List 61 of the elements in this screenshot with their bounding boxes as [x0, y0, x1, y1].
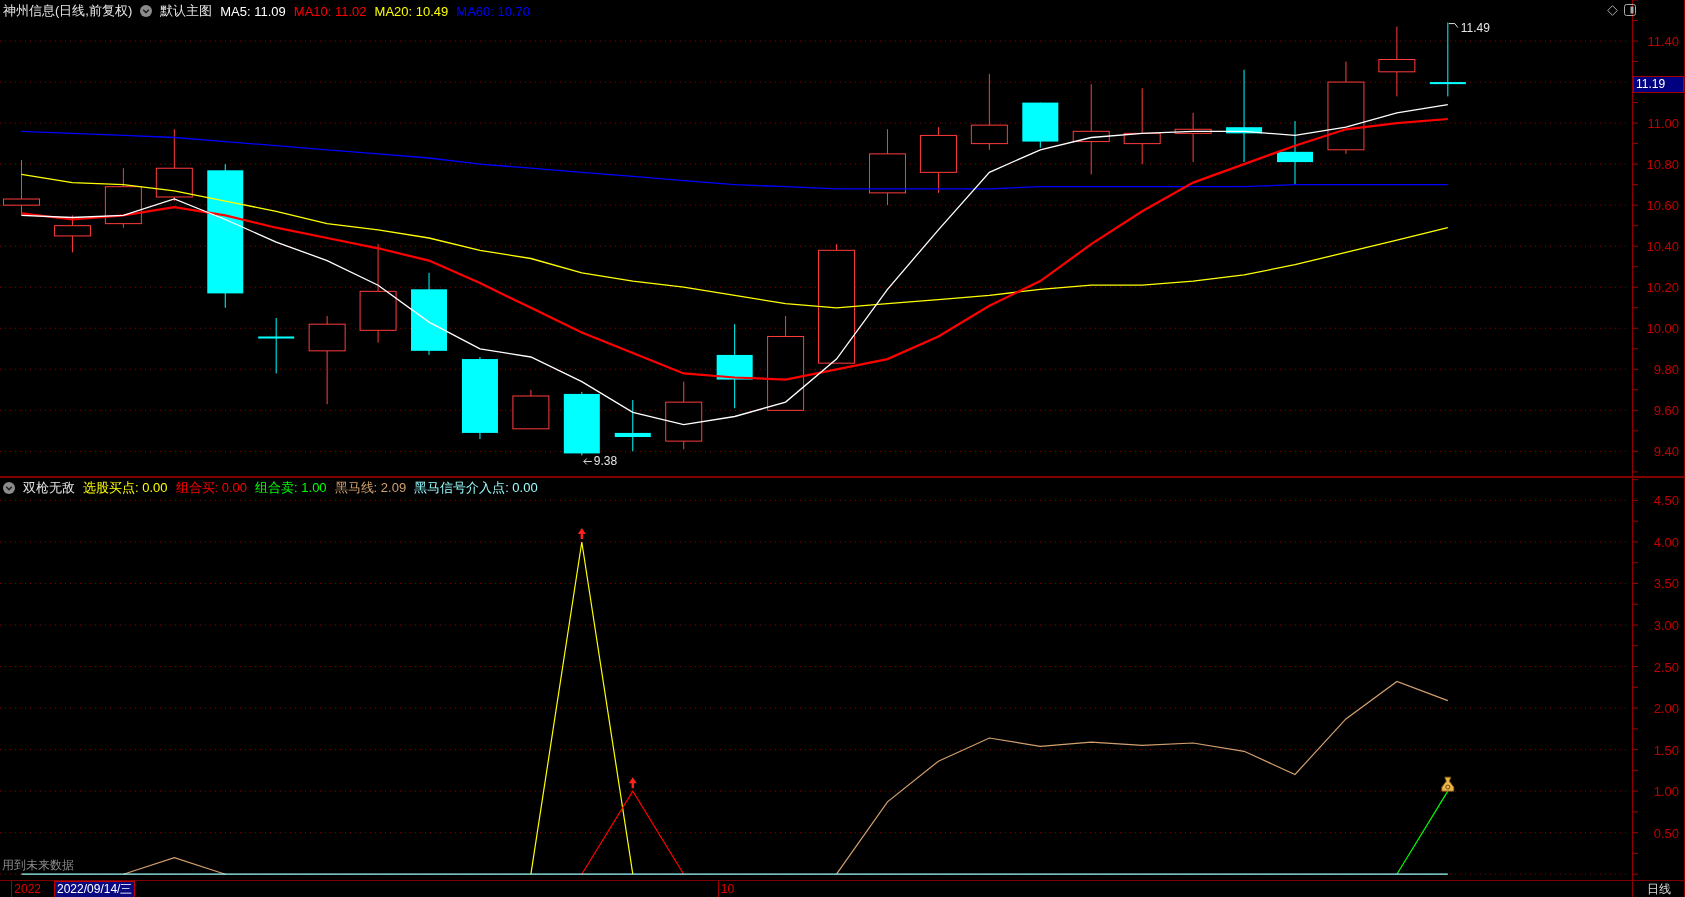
axis-label: 9.80 — [1653, 362, 1679, 378]
axis-label: 1.00 — [1653, 784, 1679, 800]
axis-label: 10.60 — [1646, 198, 1679, 214]
pointer-icon — [1448, 23, 1459, 29]
candlestick — [614, 399, 651, 452]
axis-label: 4.50 — [1653, 493, 1679, 509]
axis-label: 2.50 — [1653, 659, 1679, 675]
date-label: 10 — [720, 882, 735, 896]
dropdown-icon[interactable] — [140, 5, 153, 17]
diamond-icon[interactable] — [1607, 4, 1618, 16]
high-price-label: 11.49 — [1460, 22, 1490, 35]
legend-label: MA20: 10.49 — [374, 3, 449, 19]
candlestick — [665, 381, 703, 450]
axis-label: 10.80 — [1646, 157, 1679, 173]
period-label[interactable]: 日线 — [1632, 881, 1685, 897]
candlestick — [563, 391, 600, 456]
money-bag-icon — [1441, 776, 1455, 792]
axis-label: 0.50 — [1653, 825, 1679, 841]
stock-title: 神州信息(日线,前复权) — [3, 2, 133, 20]
axis-label: 11.00 — [1647, 116, 1679, 132]
legend-label: MA60: 10.70 — [456, 3, 530, 19]
cursor-date: 2022/09/14/三 — [54, 881, 136, 897]
last-price-tag: 11.19 — [1633, 76, 1684, 94]
panel-toggle-icon[interactable] — [1624, 4, 1636, 16]
axis-label: 10.00 — [1646, 321, 1679, 337]
legend-label: MA10: 11.02 — [293, 3, 367, 19]
candlestick — [1174, 112, 1212, 163]
legend-label: 黑马信号介入点: 0.00 — [414, 479, 538, 497]
legend-label: 黑马线: 2.09 — [334, 479, 407, 497]
dropdown-icon[interactable] — [3, 482, 15, 494]
axis-label: 1.50 — [1653, 742, 1679, 758]
candlestick — [512, 389, 550, 430]
axis-label: 9.60 — [1653, 403, 1679, 419]
candlestick — [3, 159, 40, 216]
axis-label: 2.00 — [1653, 701, 1679, 717]
legend-label: 组合卖: 1.00 — [255, 479, 327, 497]
arrow-icon — [583, 458, 593, 465]
date-label: 2022 — [14, 882, 41, 896]
axis-label: 3.00 — [1653, 618, 1679, 633]
candlestick — [53, 214, 91, 253]
candlestick — [104, 167, 142, 229]
axis-label: 3.50 — [1653, 576, 1679, 592]
up-arrow-icon — [628, 777, 637, 789]
axis-label: 11.40 — [1647, 34, 1679, 50]
axis-label: 10.40 — [1646, 239, 1679, 255]
legend-label: 选股买点: 0.00 — [83, 479, 168, 497]
axis-label: 4.00 — [1653, 534, 1679, 550]
candlestick — [1022, 102, 1059, 149]
candlestick — [1277, 120, 1313, 186]
low-price-label: 9.38 — [593, 454, 618, 469]
warning-text: 用到未来数据 — [2, 857, 74, 874]
legend-label: 组合买: 0.00 — [175, 479, 248, 497]
candlestick — [919, 126, 957, 194]
candlestick — [258, 317, 295, 374]
template-selector[interactable]: 默认主图 — [160, 2, 213, 20]
axis-label: 9.40 — [1653, 444, 1679, 460]
axis-label: 10.20 — [1646, 280, 1679, 296]
legend-label: MA5: 11.09 — [220, 3, 286, 19]
candlestick — [1378, 26, 1416, 97]
indicator-title[interactable]: 双枪无敌 — [23, 479, 75, 497]
up-arrow-icon — [577, 527, 586, 539]
